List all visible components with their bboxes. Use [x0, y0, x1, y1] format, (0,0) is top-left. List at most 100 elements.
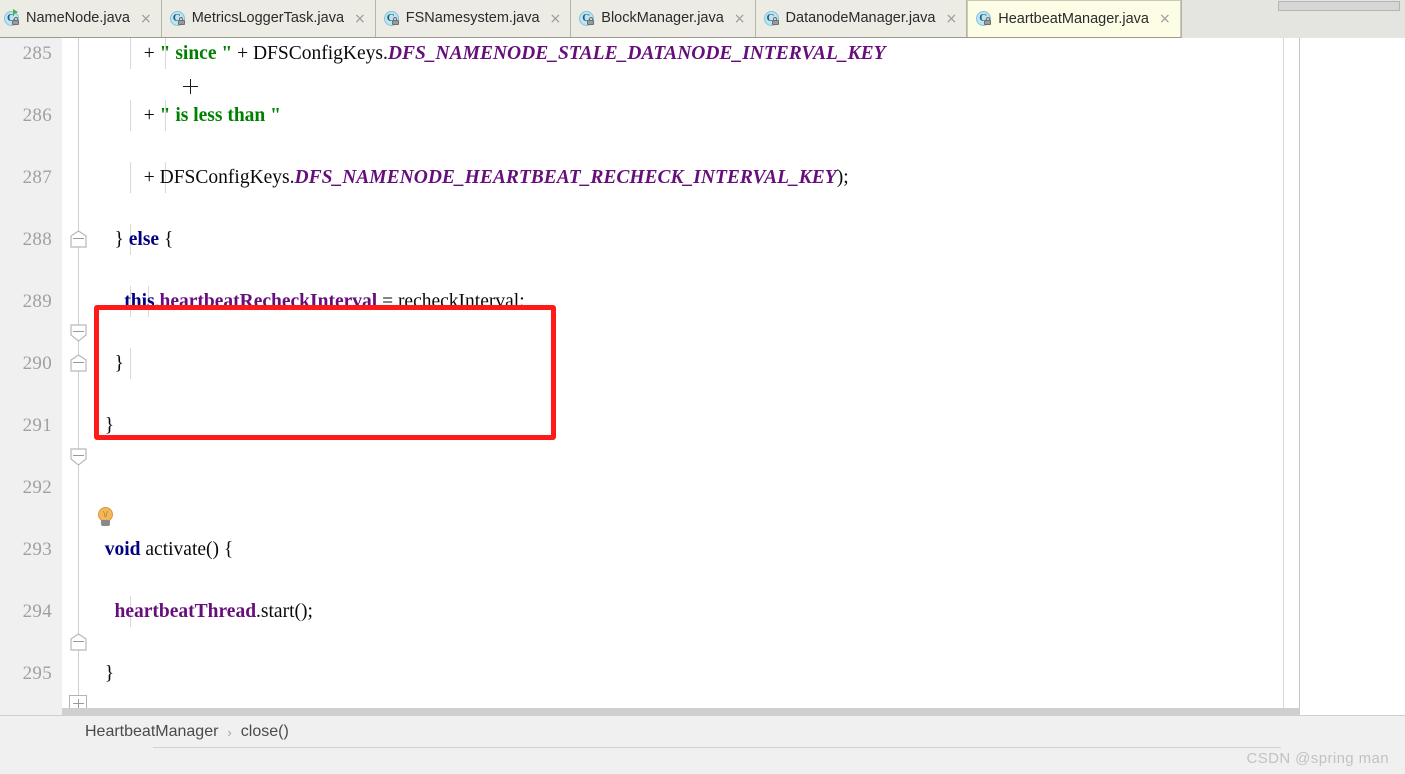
fold-marker-collapse[interactable] [69, 633, 88, 652]
code-text: heartbeatThread.start(); [114, 601, 313, 622]
breadcrumb-item-method[interactable]: close() [241, 723, 289, 741]
tab-label: BlockManager.java [601, 10, 724, 27]
line-number: 285 [22, 43, 52, 64]
tab-metricsloggertask[interactable]: C MetricsLoggerTask.java × [161, 0, 376, 37]
code-line[interactable]: 288 } else { [0, 224, 1405, 255]
close-icon[interactable]: × [140, 12, 152, 26]
close-icon[interactable]: × [354, 12, 366, 26]
line-number: 292 [22, 477, 52, 498]
code-line[interactable]: 292 [0, 472, 1405, 503]
line-number: 288 [22, 229, 52, 250]
token-method: activate [145, 539, 207, 560]
java-class-icon: C [763, 10, 780, 27]
tab-label: FSNamesystem.java [405, 10, 540, 27]
code-text: } [95, 663, 115, 684]
token-class: DFSConfigKeys [252, 43, 383, 64]
tab-label: DatanodeManager.java [785, 10, 936, 27]
close-icon[interactable]: × [734, 12, 746, 26]
code-text: void activate() { [104, 539, 234, 560]
tab-datanodemanager[interactable]: C DatanodeManager.java × [755, 0, 968, 37]
close-icon[interactable]: × [945, 12, 957, 26]
close-icon[interactable]: × [550, 12, 562, 26]
code-line[interactable]: 294 heartbeatThread.start(); [0, 596, 1405, 627]
tab-fsnamesystem[interactable]: C FSNamesystem.java × [375, 0, 572, 37]
java-class-icon: C [169, 10, 186, 27]
code-text: this.heartbeatRecheckInterval = recheckI… [124, 291, 525, 312]
code-text: } else { [95, 229, 174, 250]
line-number: 293 [22, 539, 52, 560]
line-number: 289 [22, 291, 52, 312]
line-number: 294 [22, 601, 52, 622]
fold-chevron-icon [70, 324, 87, 342]
fold-marker-collapse[interactable] [69, 354, 88, 373]
tab-label: HeartbeatManager.java [998, 10, 1149, 27]
fold-marker-collapse[interactable] [69, 323, 88, 342]
token-constant: DFS_NAMENODE_STALE_DATANODE_INTERVAL_KEY [387, 43, 886, 64]
line-number: 286 [22, 105, 52, 126]
close-icon[interactable]: × [1159, 12, 1171, 26]
tab-namenode[interactable]: C NameNode.java × [0, 0, 162, 37]
ide-window: C NameNode.java × C MetricsLoggerTask.ja… [0, 0, 1405, 774]
java-class-icon: C [976, 11, 992, 27]
intention-bulb-icon[interactable]: \/ [96, 507, 116, 529]
code-line[interactable]: 293 void activate() { [0, 534, 1405, 565]
fold-chevron-icon [70, 633, 87, 651]
code-text: + DFSConfigKeys.DFS_NAMENODE_HEARTBEAT_R… [143, 167, 849, 188]
tab-blockmanager[interactable]: C BlockManager.java × [571, 0, 756, 37]
token-plus: + [237, 43, 249, 64]
code-text: + " since " + DFSConfigKeys.DFS_NAMENODE… [143, 43, 886, 64]
breadcrumb: HeartbeatManager › close() [85, 716, 289, 748]
breadcrumb-item-class[interactable]: HeartbeatManager [85, 723, 218, 741]
fold-marker-collapse[interactable] [69, 447, 88, 466]
editor-toolbar-button[interactable] [1278, 1, 1400, 11]
token-method: start [260, 601, 295, 622]
code-editor[interactable]: 285 + " since " + DFSConfigKeys.DFS_NAME… [0, 38, 1405, 715]
tab-label: MetricsLoggerTask.java [191, 10, 345, 27]
watermark-text: CSDN @spring man [1246, 750, 1389, 767]
line-number: 287 [22, 167, 52, 188]
token-plus: + [143, 167, 155, 188]
tab-heartbeatmanager[interactable]: C HeartbeatManager.java × [967, 0, 1181, 37]
token-keyword: this [124, 291, 155, 312]
status-bar [0, 748, 1405, 774]
line-number: 291 [22, 415, 52, 436]
code-line[interactable]: 285 + " since " + DFSConfigKeys.DFS_NAME… [0, 38, 1405, 69]
java-class-icon: C [383, 10, 400, 27]
chevron-right-icon: › [227, 724, 232, 740]
editor-horizontal-scrollbar[interactable] [62, 708, 1300, 715]
code-text: + " is less than " [95, 100, 281, 131]
breadcrumb-bar: HeartbeatManager › close() [0, 715, 1405, 748]
token-keyword: else [128, 229, 160, 250]
fold-chevron-icon [70, 354, 87, 372]
code-line[interactable]: 289 this.heartbeatRecheckInterval = rech… [0, 286, 1405, 317]
code-lines: 285 + " since " + DFSConfigKeys.DFS_NAME… [0, 38, 1405, 715]
token-constant: DFS_NAMENODE_HEARTBEAT_RECHECK_INTERVAL_… [294, 167, 837, 188]
code-text: } [95, 415, 115, 436]
code-line[interactable]: 287 + DFSConfigKeys.DFS_NAMENODE_HEARTBE… [0, 162, 1405, 193]
token-string: " since " [159, 43, 233, 64]
code-line[interactable]: 295 } [0, 658, 1405, 689]
token-plus: + [143, 43, 155, 64]
editor-tab-bar: C NameNode.java × C MetricsLoggerTask.ja… [0, 0, 1405, 38]
token-plus: + [143, 105, 155, 126]
scrollbar-thumb[interactable] [62, 708, 1300, 715]
token-string: " is less than " [159, 105, 281, 126]
fold-marker-collapse[interactable] [69, 230, 88, 249]
fold-chevron-icon [70, 448, 87, 466]
java-class-icon: C [4, 8, 20, 27]
fold-chevron-icon [70, 230, 87, 248]
code-text: } [95, 353, 124, 374]
code-line[interactable]: 290 } [0, 348, 1405, 379]
code-line[interactable]: 291 } [0, 410, 1405, 441]
code-line[interactable]: 286 + " is less than " [0, 100, 1405, 131]
java-class-icon: C [579, 10, 595, 27]
token-field: heartbeatRecheckInterval [159, 291, 378, 312]
text-cursor-crosshair [183, 79, 198, 94]
token-keyword: void [104, 539, 141, 560]
tab-label: NameNode.java [26, 10, 130, 27]
token-class: DFSConfigKeys [159, 167, 290, 188]
line-number: 290 [22, 353, 52, 374]
tab-strip: C NameNode.java × C MetricsLoggerTask.ja… [0, 0, 1405, 38]
token-field: heartbeatThread [114, 601, 257, 622]
token-variable: recheckInterval [397, 291, 520, 312]
